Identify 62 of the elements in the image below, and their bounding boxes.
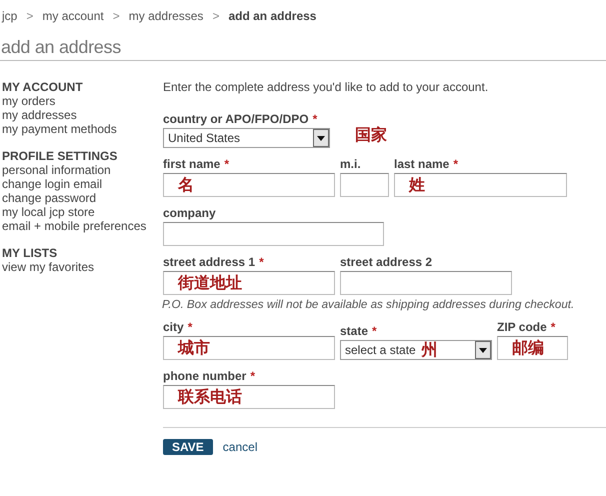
required-mark: *: [250, 369, 256, 383]
field-label: city: [163, 320, 184, 334]
breadcrumb-link[interactable]: my addresses: [128, 9, 204, 23]
breadcrumb-current: add an address: [228, 9, 316, 23]
annotation-text: 州: [422, 340, 438, 360]
field-label: m.i.: [340, 157, 361, 171]
sidebar-link[interactable]: my payment methods: [2, 122, 163, 136]
input-field[interactable]: 街道地址: [163, 271, 335, 295]
select-field[interactable]: select a state 州: [340, 340, 492, 360]
page-title: add an address: [0, 37, 606, 61]
sidebar-link[interactable]: my addresses: [2, 108, 163, 122]
annotation-text: 城市: [178, 338, 210, 358]
field-label: phone number: [163, 369, 246, 383]
annotation-text: 名: [178, 174, 194, 196]
input-field[interactable]: 名: [163, 173, 335, 197]
required-mark: *: [372, 324, 377, 338]
field-label: state: [340, 324, 368, 338]
annotation-text: 街道地址: [178, 272, 242, 294]
input-field[interactable]: 姓: [394, 173, 567, 197]
sidebar-heading: MY ACCOUNT: [2, 80, 84, 94]
input-field[interactable]: [340, 271, 512, 295]
field-label: first name: [163, 157, 220, 171]
annotation-text: 联系电话: [178, 386, 242, 408]
annotation-text: 国家: [355, 125, 387, 146]
breadcrumb-separator: >: [212, 9, 220, 23]
input-field[interactable]: 邮编: [497, 336, 568, 360]
breadcrumb-separator: >: [26, 9, 34, 23]
field-label: street address 1: [163, 255, 256, 269]
input-field[interactable]: 联系电话: [163, 385, 335, 409]
cancel-link[interactable]: cancel: [222, 440, 258, 454]
breadcrumb-link[interactable]: jcp: [2, 9, 18, 23]
required-mark: *: [453, 157, 458, 171]
sidebar-link[interactable]: personal information: [2, 163, 163, 177]
required-mark: *: [259, 255, 264, 269]
field-label: company: [163, 206, 216, 220]
input-field[interactable]: 城市: [163, 336, 335, 360]
sidebar-link[interactable]: change password: [2, 191, 163, 205]
required-mark: *: [312, 112, 318, 126]
hint-text: P.O. Box addresses will not be available as shipping addresses during checkout.: [162, 298, 576, 311]
input-field[interactable]: [163, 222, 384, 246]
sidebar-link[interactable]: view my favorites: [2, 260, 163, 274]
sidebar-link[interactable]: my orders: [2, 94, 163, 108]
required-mark: *: [188, 320, 192, 334]
intro-text: Enter the complete address you'd like to add to your account.: [163, 80, 490, 96]
field-label: street address 2: [340, 255, 432, 269]
save-button[interactable]: SAVE: [163, 439, 213, 455]
annotation-text: 姓: [409, 174, 425, 196]
annotation-text: 邮编: [512, 338, 544, 358]
sidebar-link[interactable]: my local jcp store: [2, 205, 163, 219]
sidebar-heading: PROFILE SETTINGS: [2, 149, 118, 163]
sidebar-link[interactable]: change login email: [2, 177, 163, 191]
breadcrumb-link[interactable]: my account: [42, 9, 104, 23]
required-mark: *: [550, 320, 556, 334]
breadcrumb-separator: >: [112, 9, 120, 23]
sidebar-heading: MY LISTS: [2, 246, 58, 260]
field-label: ZIP code: [497, 320, 547, 334]
field-label: country or APO/FPO/DPO: [163, 112, 309, 126]
select-field[interactable]: United States: [163, 128, 330, 148]
input-field[interactable]: [340, 173, 389, 197]
field-label: last name: [394, 157, 450, 171]
sidebar-link[interactable]: email + mobile preferences: [2, 219, 163, 233]
required-mark: *: [224, 157, 230, 171]
